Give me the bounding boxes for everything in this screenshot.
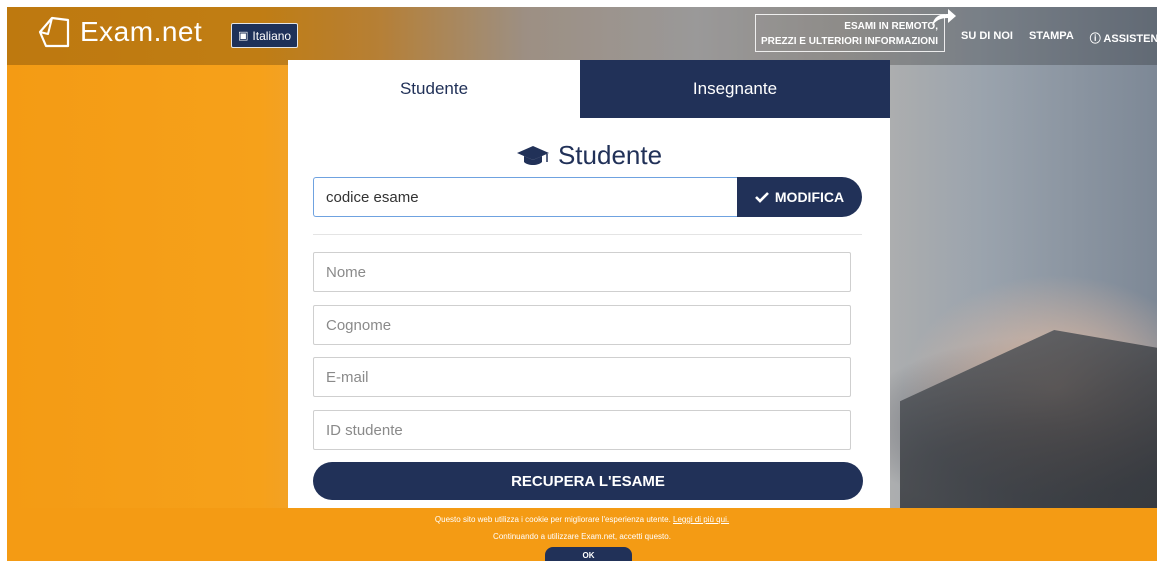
cookie-text-1: Questo sito web utilizza i cookie per mi… [7, 515, 1157, 524]
divider [313, 234, 862, 235]
role-tabs: Studente Insegnante [288, 60, 890, 118]
login-card: Studente Insegnante Studente MODIFICA RE… [288, 60, 890, 508]
language-label: Italiano [252, 28, 292, 43]
nav-help[interactable]: ⓘ ASSISTENZA [1090, 30, 1157, 46]
student-id-field[interactable] [313, 410, 851, 450]
logo-text: Exam.net [80, 16, 203, 47]
tab-teacher[interactable]: Insegnante [580, 60, 890, 118]
exam-code-row: MODIFICA [313, 177, 862, 217]
recover-exam-button[interactable]: RECUPERA L'ESAME [313, 462, 863, 500]
graduation-cap-icon [516, 145, 549, 165]
cookie-text-2: Continuando a utilizzare Exam.net, accet… [493, 532, 671, 541]
last-name-field[interactable] [313, 305, 851, 345]
cookie-banner: Questo sito web utilizza i cookie per mi… [7, 508, 1157, 561]
form-title: Studente [557, 140, 663, 170]
tab-student[interactable]: Studente [288, 60, 580, 118]
remote-line-2: PREZZI E ULTERIORI INFORMAZIONI [760, 36, 938, 47]
remote-line-1: ESAMI IN REMOTO, [844, 21, 938, 32]
modify-button[interactable]: MODIFICA [737, 177, 862, 217]
share-arrow-icon [932, 9, 956, 26]
exam-net-logo[interactable]: Exam.net [34, 12, 202, 52]
cookie-more-link[interactable]: Leggi di più qui. [673, 515, 729, 524]
logo-icon [38, 16, 70, 48]
language-icon: ▣ [238, 30, 249, 42]
language-selector[interactable]: ▣ Italiano [231, 23, 299, 48]
nav-print[interactable]: STAMPA [1029, 30, 1074, 46]
form-heading: Studente [288, 140, 890, 171]
check-icon [754, 192, 769, 203]
nav-about[interactable]: SU DI NOI [961, 30, 1013, 46]
modify-label: MODIFICA [774, 189, 845, 205]
email-field[interactable] [313, 357, 851, 397]
cookie-ok-button[interactable]: OK [545, 547, 632, 561]
exam-code-input[interactable] [313, 177, 737, 217]
remote-exams-link[interactable]: ESAMI IN REMOTO, PREZZI E ULTERIORI INFO… [755, 14, 945, 52]
top-nav: SU DI NOI STAMPA ⓘ ASSISTENZA [961, 30, 1157, 46]
cookie-message: Questo sito web utilizza i cookie per mi… [434, 515, 671, 524]
first-name-field[interactable] [313, 252, 851, 292]
